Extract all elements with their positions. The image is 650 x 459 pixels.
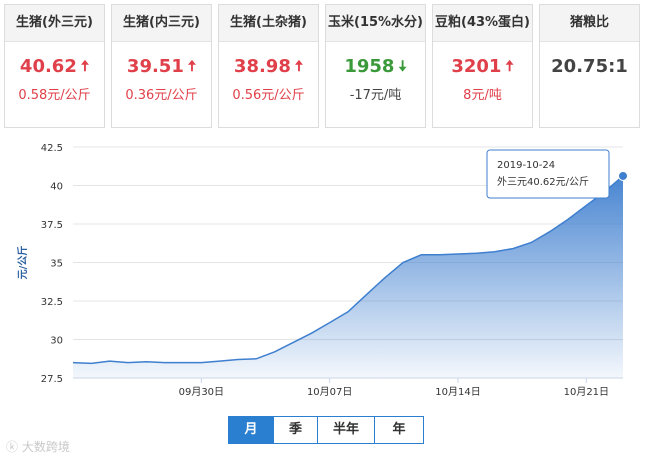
card-price: 38.98 [233,56,291,77]
y-tick-label: 27.5 [41,374,63,385]
price-card: 生猪(土杂猪) 38.98 🠅 0.56元/公斤 [218,4,319,128]
price-card: 猪粮比 20.75:1 [539,4,640,128]
card-change: 0.36元/公斤 [125,88,198,103]
watermark-text: 大数跨境 [21,440,70,454]
card-title: 豆粕(43%蛋白) [433,5,532,42]
card-price-row: 40.62 🠅 [5,54,104,80]
price-card: 生猪(内三元) 39.51 🠅 0.36元/公斤 [111,4,212,128]
card-price: 1958 [344,56,395,77]
card-title: 猪粮比 [540,5,639,42]
y-tick-label: 30 [50,336,63,347]
arrow-down-icon: 🠇 [398,57,407,75]
tooltip-box [486,149,610,199]
y-tick-label: 32.5 [41,297,63,308]
card-price: 3201 [451,56,502,77]
card-change: 8元/吨 [463,88,502,103]
y-tick-label: 40 [50,182,63,193]
tooltip-value: 外三元40.62元/公斤 [497,176,589,188]
series-area [73,176,623,378]
card-title: 玉米(15%水分) [326,5,425,42]
tooltip-date: 2019-10-24 [497,160,555,171]
x-tick-label: 10月14日 [435,386,480,398]
card-change: 0.58元/公斤 [18,88,91,103]
card-price: 39.51 [126,56,184,77]
card-change: 0.56元/公斤 [232,88,305,103]
card-price-row: 20.75:1 [540,54,639,80]
price-cards: 生猪(外三元) 40.62 🠅 0.58元/公斤 生猪(内三元) 39.51 🠅 0… [4,4,646,132]
price-card: 玉米(15%水分) 1958 🠇 -17元/吨 [325,4,426,128]
card-title: 生猪(土杂猪) [219,5,318,42]
arrow-up-icon: 🠅 [80,57,90,75]
tab-quarter[interactable]: 季 [274,417,318,443]
arrow-up-icon: 🠅 [187,57,197,75]
card-price-row: 39.51 🠅 [112,54,211,80]
x-tick-label: 10月07日 [307,386,352,398]
y-tick-label: 37.5 [41,220,63,231]
card-change: -17元/吨 [349,88,402,103]
card-price-row: 1958 🠇 [326,54,425,80]
y-axis-label: 元/公斤 [16,246,29,280]
data-point [618,170,628,181]
y-tick-label: 35 [50,259,63,270]
period-tabs: 月 季 半年 年 [228,416,424,444]
watermark: ⓚ 大数跨境 [6,438,70,455]
arrow-up-icon: 🠅 [505,57,514,75]
price-card: 生猪(外三元) 40.62 🠅 0.58元/公斤 [4,4,105,128]
tab-half-year[interactable]: 半年 [318,417,375,443]
card-title: 生猪(外三元) [5,5,104,42]
tab-year[interactable]: 年 [375,417,423,443]
card-price: 20.75:1 [551,56,628,77]
chart-svg: 27.5 30 32.5 35 37.5 40 42.5 09月30日 10月07日 10月14日… [16,143,628,398]
watermark-logo-icon: ⓚ [6,440,19,454]
tab-month[interactable]: 月 [229,417,274,443]
price-chart: 27.5 30 32.5 35 37.5 40 42.5 09月30日 10月07日 10月14日… [0,136,650,408]
y-tick-label: 42.5 [41,143,63,154]
card-title: 生猪(内三元) [112,5,211,42]
price-card: 豆粕(43%蛋白) 3201 🠅 8元/吨 [432,4,533,128]
x-tick-label: 10月21日 [564,386,609,398]
card-price-row: 38.98 🠅 [219,54,318,80]
card-price: 40.62 [19,56,77,77]
card-price-row: 3201 🠅 [433,54,532,80]
arrow-up-icon: 🠅 [294,57,304,75]
x-tick-label: 09月30日 [179,386,224,398]
